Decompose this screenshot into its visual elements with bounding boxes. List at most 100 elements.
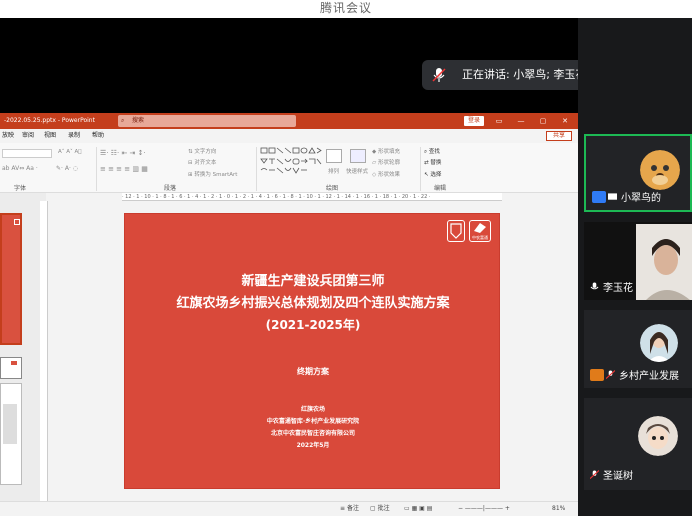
participant-tile-2[interactable]: 李玉花 [584,222,692,300]
ribbon-display-icon[interactable]: ▭ [490,113,508,129]
logo-text: 中农富通 [472,235,488,240]
thumbnail-mark [11,361,17,365]
replace-label: 替换 [430,160,442,166]
participant-name: 圣诞树 [603,471,633,482]
dog-avatar-icon [640,150,680,190]
slide-thumbnail-1[interactable] [0,213,22,345]
company-logo: 中农富通 [469,220,491,242]
align-icons[interactable]: ≡ ≡ ≡ ≡ ▥ ▦ [100,165,148,173]
shape-fill-button[interactable]: ◆ 形状填充 [372,147,400,155]
slide-org-1: 红旗农场 [300,406,325,413]
font-grow-icon[interactable]: A˄ A˅ A⃥ [58,149,82,155]
close-button[interactable]: ✕ [556,113,574,129]
mic-muted-icon [590,470,599,480]
participant-name-row: 乡村产业发展 [590,369,692,384]
shape-effects-label: 形状效果 [377,172,400,178]
find-label: 查找 [428,149,440,155]
quick-styles-label[interactable]: 快速样式 [346,167,368,175]
panel-footer [578,504,692,516]
participant-tile-4[interactable]: 圣诞树 [584,398,692,490]
zoom-slider[interactable]: − ———|——— + [458,502,510,516]
menu-record[interactable]: 录制 [68,129,80,143]
replace-button[interactable]: ⇄ 替换 [424,158,441,166]
menu-review[interactable]: 审阅 [22,129,34,143]
notes-button[interactable]: ≡ 备注 [340,502,359,516]
font-color-icons[interactable]: ✎· A· ◌ [56,165,78,172]
participant-name: 乡村产业发展 [619,371,679,382]
host-badge-icon [592,191,606,203]
font-group-label: 字体 [14,185,27,192]
ppt-status-bar: ≡ 备注 ▢ 批注 ▭ ▦ ▣ ▤ − ———|——— + 81% [0,501,578,516]
smartart-label: 转换为 SmartArt [194,172,238,178]
ppt-ribbon: A˄ A˅ A⃥ ab AV⇔ Aa · ✎· A· ◌ 字体 ☰· ☷· ⇤ … [0,143,578,193]
share-button[interactable]: 共享 [546,131,572,141]
shape-fill-label: 形状填充 [377,149,400,155]
smartart-button[interactable]: ⊞ 转换为 SmartArt [188,170,237,178]
text-direction-label: 文字方向 [194,149,217,155]
shield-icon [450,223,462,239]
slide-canvas[interactable]: 中农富通 新疆生产建设兵团第三师 红旗农场乡村振兴总体规划及四个连队实施方案 (… [124,213,500,489]
slide-title-line2: 红旗农场乡村振兴总体规划及四个连队实施方案 [176,296,450,311]
flag-icon [474,223,486,233]
ribbon-divider [256,147,257,191]
search-icon: ⌕ [121,117,125,124]
ribbon-divider [420,147,421,191]
participant-tile-3[interactable]: 乡村产业发展 [584,310,692,388]
ppt-filename: -2022.05.25.pptx - PowerPoint [4,117,95,124]
font-size-combo[interactable] [2,149,52,158]
cartoon-avatar-icon [638,416,678,456]
arrange-icon[interactable] [326,149,342,163]
shapes-gallery[interactable] [260,147,322,179]
shape-outline-label: 形状轮廓 [377,160,400,166]
slide-thumbnail-3[interactable] [0,383,22,485]
signin-button[interactable]: 登录 [464,116,484,126]
screen-share-icon [608,193,617,200]
participant-tile-1[interactable]: 小翠鸟的 [584,134,692,212]
minimize-button[interactable]: — [512,113,530,129]
paragraph-group-label: 段落 [164,185,177,192]
shape-effects-button[interactable]: ◇ 形状效果 [372,170,400,178]
zoom-level[interactable]: 81% [552,502,565,516]
find-button[interactable]: ⌕ 查找 [424,147,440,156]
thumbnail-image [3,404,17,444]
arrange-label[interactable]: 排列 [328,167,339,175]
slide-years: (2021-2025年) [265,318,361,332]
slide-org-3: 北京中农富民智庄咨询有限公司 [270,430,355,437]
powerpoint-window: -2022.05.25.pptx - PowerPoint ⌕ 搜索 登录 ▭ … [0,113,578,516]
comments-label: 批注 [377,505,390,512]
ribbon-divider [96,147,97,191]
girl-avatar-icon [640,324,678,362]
text-direction-button[interactable]: ⇅ 文字方向 [188,147,216,155]
quick-styles-icon[interactable] [350,149,366,163]
participant-name-row: 李玉花 [590,282,692,296]
slide-title-line1: 新疆生产建设兵团第三师 [241,274,385,289]
search-placeholder: 搜索 [132,117,145,124]
editing-group-label: 编辑 [434,185,447,192]
mic-muted-icon [432,68,446,82]
maximize-button[interactable]: ▢ [534,113,552,129]
view-buttons[interactable]: ▭ ▦ ▣ ▤ [404,502,432,516]
participant-name-row: 圣诞树 [590,470,692,484]
participant-name: 李玉花 [603,283,633,294]
select-button[interactable]: ↖ 选择 [424,170,441,178]
comments-button[interactable]: ▢ 批注 [370,502,390,516]
speaking-label: 正在讲话: 小翠鸟; 李玉花; [462,68,591,81]
shape-outline-button[interactable]: ▱ 形状轮廓 [372,158,400,166]
school-logo [447,220,465,242]
menu-slideshow[interactable]: 放映 [2,129,14,143]
menu-view[interactable]: 视图 [44,129,56,143]
align-text-button[interactable]: ⊟ 对齐文本 [188,158,216,166]
slide-subtitle: 终期方案 [297,367,329,376]
window-title: 腾讯会议 [319,1,372,15]
slide-thumbnail-2[interactable] [0,357,22,379]
slide-org-2: 中农富通智库·乡村产业发展研究院 [266,418,360,425]
vertical-ruler [40,201,48,501]
ppt-search-box[interactable]: ⌕ 搜索 [118,115,296,127]
thumbnail-logo [14,219,20,225]
font-format-icons[interactable]: ab AV⇔ Aa · [2,165,38,172]
select-label: 选择 [430,172,442,178]
drawing-group-label: 绘图 [326,185,339,192]
menu-help[interactable]: 帮助 [92,129,104,143]
notes-label: 备注 [346,505,359,512]
list-icons[interactable]: ☰· ☷· ⇤ ⇥ ↕· [100,149,146,157]
